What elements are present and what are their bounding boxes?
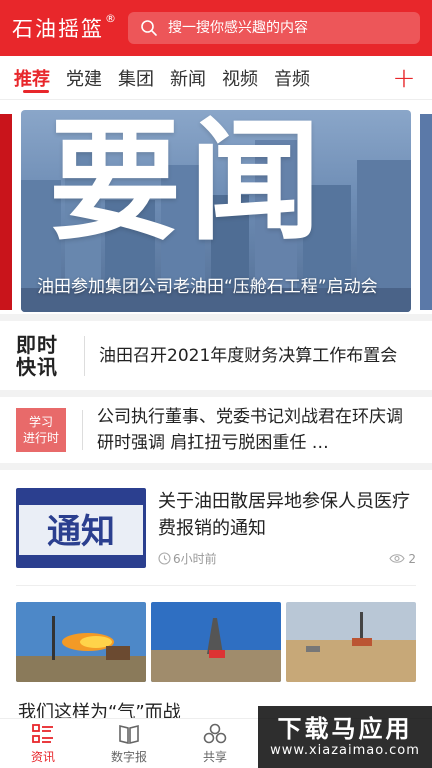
banner-carousel[interactable]: 要闻 油田参加集团公司老油田“压舱石工程”启动会 [0, 110, 432, 312]
registered-mark: ® [105, 12, 116, 25]
article-time: 6小时前 [173, 552, 217, 566]
tab-audio[interactable]: 音频 [266, 56, 318, 99]
app-root: 石油摇篮® 推荐 党建 集团 新闻 视频 音频 + [0, 0, 432, 768]
watermark-main-text: 下载马应用 [277, 715, 413, 743]
tab-party-building[interactable]: 党建 [58, 56, 110, 99]
nav-digital-paper-label: 数字报 [110, 750, 147, 764]
logo-text: 石油摇篮 [12, 17, 104, 41]
tab-recommend[interactable]: 推荐 [0, 56, 58, 99]
study-news-text[interactable]: 公司执行董事、党委书记刘战君在环庆调研时强调 肩扛扭亏脱困重任 … [97, 404, 432, 456]
article-card[interactable]: 通知 关于油田散居异地参保人员医疗费报销的通知 6小时前 2 [16, 488, 416, 580]
tab-news[interactable]: 新闻 [162, 56, 214, 99]
view-count: 2 [389, 552, 416, 566]
news-list-icon [31, 722, 55, 746]
nav-digital-paper[interactable]: 数字报 [86, 719, 172, 768]
nav-share[interactable]: 共享 [172, 719, 258, 768]
prev-slide-peek[interactable] [0, 114, 12, 310]
photo-strip[interactable] [16, 602, 416, 682]
section-divider [0, 314, 432, 321]
section-divider [0, 463, 432, 470]
share-cluster-icon [202, 722, 228, 746]
study-badge-line1: 学习 [28, 415, 53, 429]
nav-share-label: 共享 [202, 750, 227, 764]
flash-badge-line1: 即时 [16, 333, 58, 357]
app-logo[interactable]: 石油摇篮® [12, 12, 116, 43]
vertical-divider [84, 336, 85, 376]
drilling-rig-photo[interactable] [151, 602, 281, 682]
vertical-divider [82, 410, 83, 450]
search-icon [140, 19, 158, 37]
thumbnail-text: 通知 [47, 511, 115, 552]
next-slide-peek[interactable] [420, 114, 432, 310]
banner-caption[interactable]: 油田参加集团公司老油田“压舱石工程”启动会 [37, 274, 395, 300]
tab-video[interactable]: 视频 [214, 56, 266, 99]
flash-badge-line2: 快讯 [16, 355, 58, 379]
tab-list: 推荐 党建 集团 新闻 视频 音频 [0, 56, 384, 99]
flash-news-badge: 即时 快讯 [16, 332, 68, 380]
list-divider [16, 585, 416, 586]
nav-news[interactable]: 资讯 [0, 719, 86, 768]
study-badge-line2: 进行时 [22, 431, 59, 445]
add-channel-button[interactable]: + [384, 56, 424, 99]
study-badge: 学习 进行时 [16, 408, 66, 452]
section-divider [0, 390, 432, 397]
banner-headline-graphic: 要闻 [49, 110, 329, 259]
watermark-url: www.xiazaimao.com [270, 743, 420, 758]
top-header: 石油摇篮® [0, 0, 432, 56]
flash-news-row[interactable]: 即时 快讯 油田召开2021年度财务决算工作布置会 [0, 322, 432, 390]
view-count-value: 2 [408, 551, 416, 566]
search-input[interactable] [168, 20, 388, 36]
site-watermark: 下载马应用 www.xiazaimao.com [258, 706, 432, 768]
search-bar[interactable] [128, 12, 420, 44]
article-title[interactable]: 关于油田散居异地参保人员医疗费报销的通知 [158, 488, 416, 542]
nav-news-label: 资讯 [30, 750, 55, 764]
eye-icon [389, 553, 406, 564]
article-meta: 6小时前 2 [158, 550, 416, 567]
oilfield-flare-photo[interactable] [16, 602, 146, 682]
desert-wellsite-photo[interactable] [286, 602, 416, 682]
study-news-row[interactable]: 学习 进行时 公司执行董事、党委书记刘战君在环庆调研时强调 肩扛扭亏脱困重任 … [0, 397, 432, 463]
digital-paper-icon [117, 722, 141, 746]
article-body: 关于油田散居异地参保人员医疗费报销的通知 6小时前 2 [146, 488, 416, 580]
channel-tabs: 推荐 党建 集团 新闻 视频 音频 + [0, 56, 432, 100]
article-thumbnail: 通知 [16, 488, 146, 568]
flash-news-text[interactable]: 油田召开2021年度财务决算工作布置会 [99, 343, 432, 369]
tab-group[interactable]: 集团 [110, 56, 162, 99]
clock-icon [158, 552, 171, 565]
banner-slide[interactable]: 要闻 油田参加集团公司老油田“压舱石工程”启动会 [21, 110, 411, 312]
